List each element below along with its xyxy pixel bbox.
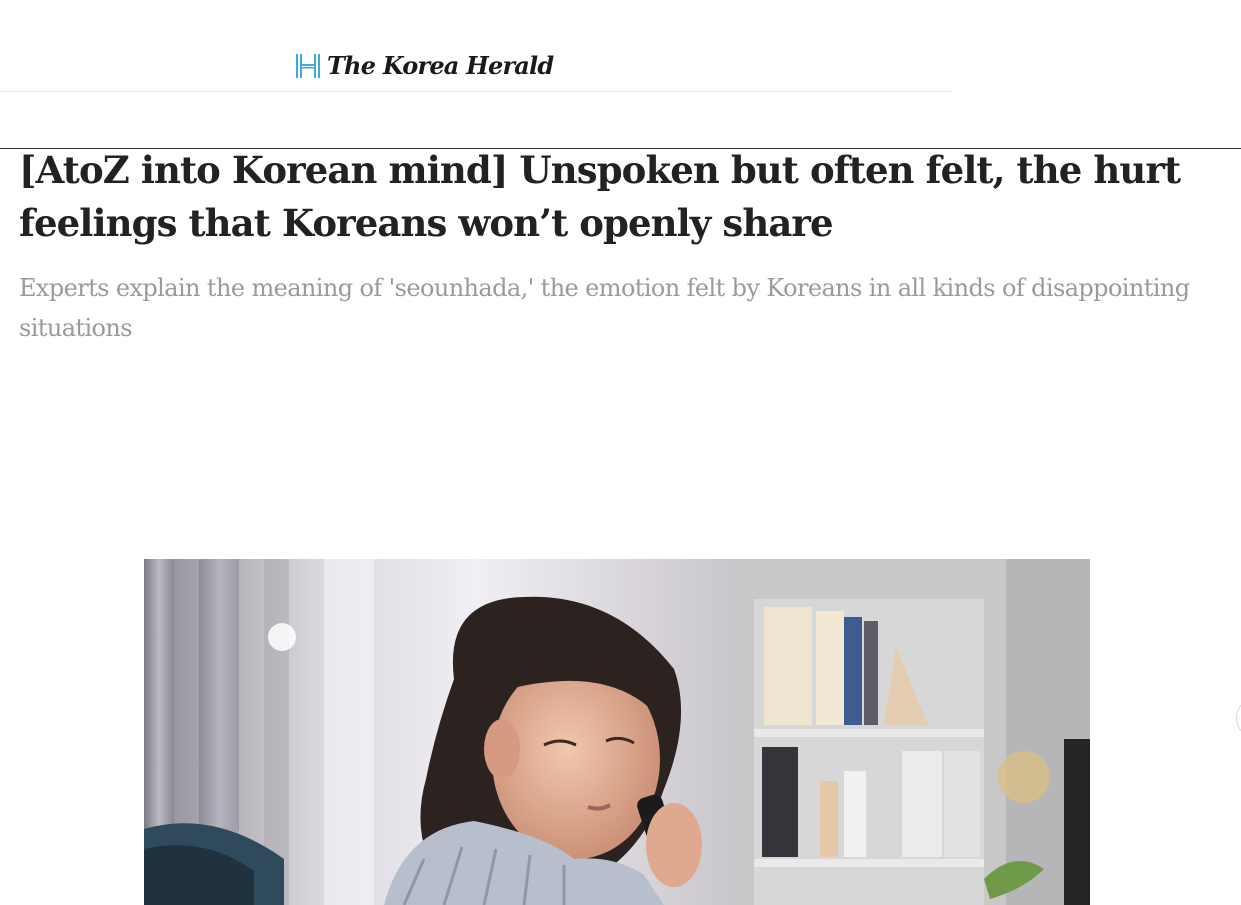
article-photo	[144, 559, 1090, 905]
logo-wordmark: The Korea Herald	[327, 51, 554, 80]
woman-on-phone-illustration	[144, 559, 1090, 905]
carousel-next-button[interactable]	[1236, 697, 1241, 739]
site-logo[interactable]: The Korea Herald	[295, 51, 554, 80]
masthead: The Korea Herald	[0, 0, 952, 92]
article-headline: [AtoZ into Korean mind] Unspoken but oft…	[19, 148, 1181, 245]
article-subheadline: Experts explain the meaning of 'seounhad…	[19, 274, 1190, 342]
korea-herald-logo-icon	[296, 54, 320, 78]
